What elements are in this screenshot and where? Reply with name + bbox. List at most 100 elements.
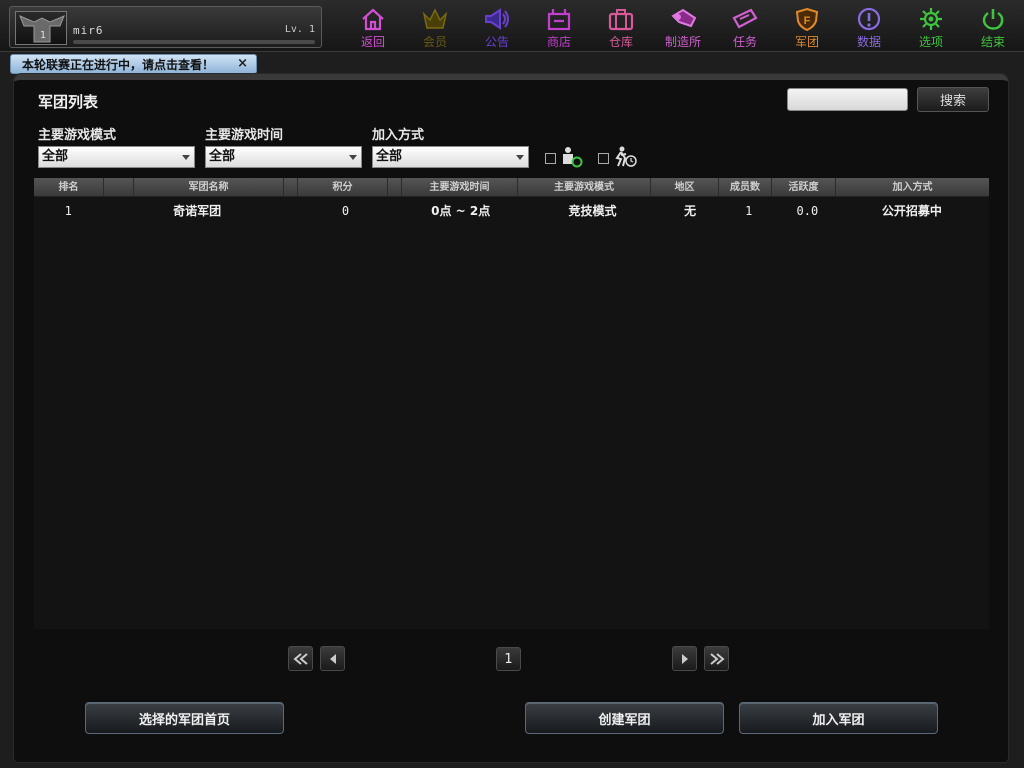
nav-label: 会员 bbox=[422, 35, 447, 49]
cell-join-method: 公开招募中 bbox=[881, 204, 942, 218]
notice-text: 本轮联赛正在进行中，请点击查看！ bbox=[22, 57, 215, 72]
gear-icon bbox=[920, 8, 942, 30]
nav-label: 任务 bbox=[732, 35, 757, 49]
col-divider bbox=[284, 178, 298, 196]
nav-label: 数据 bbox=[856, 35, 881, 49]
cell-game-time: 0点 ~ 2点 bbox=[431, 204, 491, 218]
select-value: 全部 bbox=[42, 149, 69, 164]
player-level: Lv. 1 bbox=[284, 24, 315, 35]
col-divider bbox=[104, 178, 134, 196]
select-value: 全部 bbox=[209, 149, 236, 164]
wrench-icon bbox=[671, 8, 697, 28]
col-rank[interactable]: 排名 bbox=[34, 178, 104, 196]
col-game-time[interactable]: 主要游戏时间 bbox=[402, 178, 518, 196]
nav-label: 返回 bbox=[360, 35, 385, 49]
current-page[interactable]: 1 bbox=[496, 647, 521, 671]
nav-announcement[interactable]: 公告 bbox=[466, 2, 528, 50]
avatar: 1 bbox=[15, 11, 67, 45]
cell-region: 无 bbox=[684, 204, 697, 218]
clan-list-panel: 军团列表 搜索 主要游戏模式 全部 主要游戏时间 全部 加入方式 全部 排名 军… bbox=[14, 74, 1008, 762]
top-bar: 1 mir6 Lv. 1 返回 会员 公告 商店 仓库 制造所 任务 F 军团 … bbox=[0, 0, 1024, 52]
crown-icon bbox=[422, 8, 448, 29]
nav-label: 仓库 bbox=[608, 35, 633, 49]
nav-clan[interactable]: F 军团 bbox=[776, 2, 838, 50]
search-input[interactable] bbox=[787, 88, 908, 111]
join-clan-button[interactable]: 加入军团 bbox=[739, 702, 938, 734]
col-game-mode[interactable]: 主要游戏模式 bbox=[518, 178, 651, 196]
home-icon bbox=[362, 8, 384, 31]
cell-points: 0 bbox=[341, 203, 350, 218]
nav-mission[interactable]: 任务 bbox=[714, 2, 776, 50]
info-icon bbox=[857, 7, 881, 31]
recruiting-checkbox[interactable] bbox=[598, 153, 609, 164]
search-button[interactable]: 搜索 bbox=[917, 87, 989, 112]
nav-membership[interactable]: 会员 bbox=[404, 2, 466, 50]
nav-label: 公告 bbox=[484, 35, 509, 49]
cell-members: 1 bbox=[745, 203, 753, 218]
cell-rank: 1 bbox=[64, 203, 72, 218]
next-page-button[interactable] bbox=[672, 646, 697, 671]
cell-activity: 0.0 bbox=[796, 203, 819, 218]
col-divider bbox=[388, 178, 402, 196]
briefcase-icon bbox=[608, 9, 634, 31]
chevron-right-icon bbox=[681, 653, 688, 664]
filter-label: 加入方式 bbox=[372, 128, 425, 143]
col-members[interactable]: 成员数 bbox=[719, 178, 772, 196]
player-name: mir6 bbox=[73, 24, 104, 37]
nav-back[interactable]: 返回 bbox=[342, 2, 404, 50]
game-mode-select[interactable]: 全部 bbox=[38, 146, 195, 168]
page-title: 军团列表 bbox=[38, 93, 99, 111]
user-online-icon bbox=[563, 147, 583, 168]
nav-label: 商店 bbox=[546, 35, 571, 49]
player-card[interactable]: 1 mir6 Lv. 1 bbox=[9, 6, 322, 48]
nav-options[interactable]: 选项 bbox=[900, 2, 962, 50]
col-activity[interactable]: 活跃度 bbox=[772, 178, 836, 196]
league-notice[interactable]: 本轮联赛正在进行中，请点击查看！ × bbox=[10, 54, 257, 74]
chevron-down-icon bbox=[516, 155, 524, 160]
clan-home-button[interactable]: 选择的军团首页 bbox=[85, 702, 284, 734]
filter-label: 主要游戏模式 bbox=[38, 128, 117, 143]
nav-exit[interactable]: 结束 bbox=[962, 2, 1024, 50]
game-time-select[interactable]: 全部 bbox=[205, 146, 362, 168]
table-row[interactable]: 1 奇诺军团 0 0点 ~ 2点 竞技模式 无 1 0.0 公开招募中 bbox=[34, 197, 989, 224]
col-region[interactable]: 地区 bbox=[651, 178, 719, 196]
nav-label: 选项 bbox=[918, 35, 943, 49]
nav-data[interactable]: 数据 bbox=[838, 2, 900, 50]
ticket-icon bbox=[732, 8, 758, 29]
create-clan-button[interactable]: 创建军团 bbox=[525, 702, 724, 734]
filter-join-method: 加入方式 全部 bbox=[372, 124, 529, 168]
avatar-level: 1 bbox=[39, 30, 47, 41]
svg-text:F: F bbox=[804, 15, 811, 27]
runner-clock-icon bbox=[615, 146, 637, 167]
chevron-left-icon bbox=[329, 653, 336, 664]
col-clan-name[interactable]: 军团名称 bbox=[134, 178, 284, 196]
cell-game-mode: 竞技模式 bbox=[568, 204, 617, 218]
col-join-method[interactable]: 加入方式 bbox=[836, 178, 989, 196]
shop-icon bbox=[547, 9, 571, 31]
exp-bar bbox=[73, 40, 315, 44]
notice-close-button[interactable]: × bbox=[237, 56, 248, 71]
megaphone-icon bbox=[485, 8, 509, 30]
nav-label: 制造所 bbox=[664, 35, 701, 49]
nav-shop[interactable]: 商店 bbox=[528, 2, 590, 50]
nav-label: 军团 bbox=[794, 35, 819, 49]
cell-clan-name: 奇诺军团 bbox=[173, 204, 222, 218]
nav-warehouse[interactable]: 仓库 bbox=[590, 2, 652, 50]
filter-game-time: 主要游戏时间 全部 bbox=[205, 124, 362, 168]
last-page-button[interactable] bbox=[704, 646, 729, 671]
chevron-down-icon bbox=[182, 155, 190, 160]
prev-page-button[interactable] bbox=[320, 646, 345, 671]
online-members-checkbox[interactable] bbox=[545, 153, 556, 164]
power-icon bbox=[982, 9, 1004, 30]
nav-workshop[interactable]: 制造所 bbox=[652, 2, 714, 50]
nav-label: 结束 bbox=[980, 35, 1005, 49]
first-page-button[interactable] bbox=[288, 646, 313, 671]
table-header: 排名 军团名称 积分 主要游戏时间 主要游戏模式 地区 成员数 活跃度 加入方式 bbox=[34, 178, 989, 197]
clan-table: 排名 军团名称 积分 主要游戏时间 主要游戏模式 地区 成员数 活跃度 加入方式… bbox=[34, 178, 989, 629]
double-chevron-right-icon bbox=[709, 652, 725, 665]
filter-label: 主要游戏时间 bbox=[205, 128, 284, 143]
col-points[interactable]: 积分 bbox=[298, 178, 388, 196]
main-nav: 返回 会员 公告 商店 仓库 制造所 任务 F 军团 数据 选项 结束 bbox=[342, 2, 1024, 50]
select-value: 全部 bbox=[376, 149, 403, 164]
join-method-select[interactable]: 全部 bbox=[372, 146, 529, 168]
